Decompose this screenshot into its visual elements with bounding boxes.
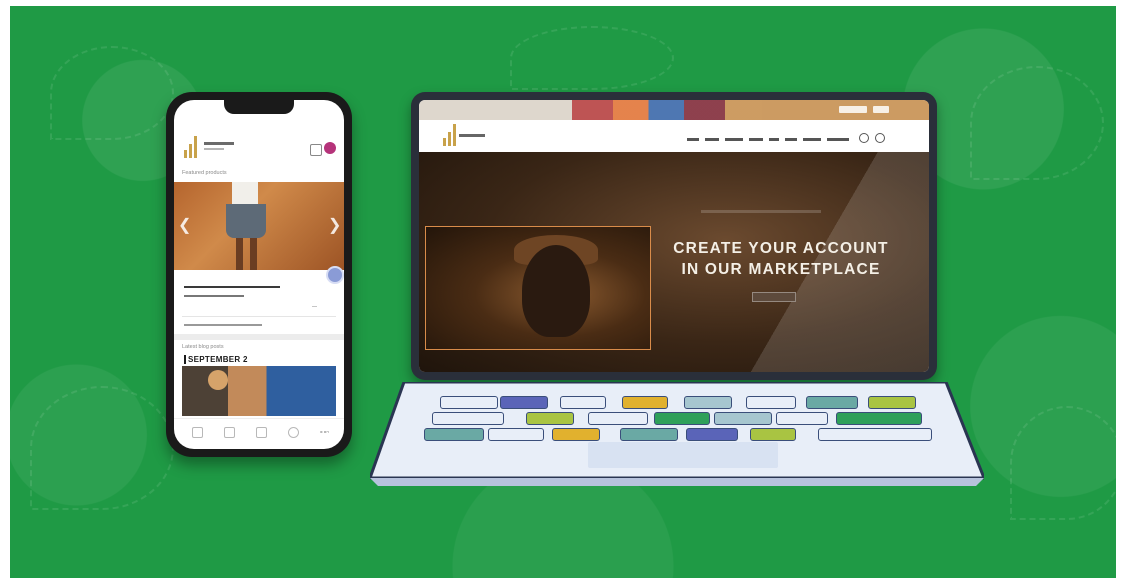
- divider: [182, 316, 336, 317]
- model-leg: [250, 238, 257, 270]
- keyboard-key[interactable]: [686, 428, 738, 441]
- nav-home[interactable]: [687, 138, 699, 141]
- home-icon[interactable]: [192, 427, 203, 438]
- paisley-motif: [970, 66, 1104, 180]
- keyboard-key[interactable]: [836, 412, 922, 425]
- paisley-motif: [50, 46, 174, 140]
- logo-wordmark: [459, 134, 485, 137]
- hero-title-line-1: CREATE YOUR ACCOUNT: [673, 240, 889, 257]
- keyboard-key[interactable]: [654, 412, 710, 425]
- sold-by-line: [184, 324, 262, 326]
- keyboard-key[interactable]: [620, 428, 678, 441]
- product-name-line: [184, 286, 280, 288]
- user-avatar-icon[interactable]: [324, 142, 336, 154]
- marketplace-logo-icon[interactable]: [184, 132, 206, 158]
- hero-eyebrow-text: [701, 210, 821, 213]
- blog-posts-heading: Latest blog posts: [182, 344, 224, 350]
- blog-post-date: SEPTEMBER 2: [188, 355, 248, 364]
- keyboard-key[interactable]: [776, 412, 828, 425]
- hero-title: CREATE YOUR ACCOUNT IN OUR MARKETPLACE: [669, 238, 893, 280]
- chevron-left-icon[interactable]: ❮: [178, 218, 191, 234]
- laptop-keyboard-base: [367, 380, 987, 486]
- keyboard-key[interactable]: [552, 428, 600, 441]
- keyboard-key[interactable]: [750, 428, 796, 441]
- search-icon[interactable]: [875, 133, 885, 143]
- keyboard-key[interactable]: [432, 412, 504, 425]
- mobile-tab-bar: [174, 418, 344, 449]
- paisley-motif: [30, 386, 174, 510]
- keyboard-key[interactable]: [560, 396, 606, 409]
- logo-wordmark: [204, 142, 234, 145]
- top-banner-strip: [419, 100, 929, 120]
- keyboard-key[interactable]: [714, 412, 772, 425]
- nav-album[interactable]: [705, 138, 719, 141]
- keyboard-key[interactable]: [622, 396, 668, 409]
- model-skirt: [226, 204, 266, 238]
- keyboard-key[interactable]: [684, 396, 732, 409]
- hero-banner: CREATE YOUR ACCOUNT IN OUR MARKETPLACE: [419, 152, 929, 372]
- section-separator: [174, 334, 344, 340]
- heart-icon[interactable]: [288, 427, 299, 438]
- mobile-header: [174, 128, 344, 164]
- blog-post-image[interactable]: [182, 366, 336, 416]
- nav-get-in-touch[interactable]: [827, 138, 849, 141]
- keyboard-key[interactable]: [818, 428, 932, 441]
- site-navbar: [419, 120, 929, 152]
- nav-connect[interactable]: [725, 138, 743, 141]
- phone-notch: [224, 100, 294, 114]
- hero-title-line-2: IN OUR MARKETPLACE: [681, 261, 881, 278]
- keyboard-key[interactable]: [868, 396, 916, 409]
- read-more-button[interactable]: [752, 292, 796, 302]
- keyboard-key[interactable]: [488, 428, 544, 441]
- trackpad[interactable]: [588, 442, 778, 468]
- phone-mockup: Featured products ❮ ❯ — Latest blog post…: [166, 92, 352, 457]
- blog-person: [208, 370, 228, 390]
- featured-products-heading: Featured products: [182, 170, 227, 176]
- keyboard-key[interactable]: [806, 396, 858, 409]
- model-top: [232, 182, 258, 204]
- paisley-motif: [510, 26, 674, 90]
- laptop-screen: CREATE YOUR ACCOUNT IN OUR MARKETPLACE: [419, 100, 929, 372]
- product-price: —: [312, 304, 317, 310]
- portrait-silhouette: [522, 245, 590, 337]
- keyboard-key[interactable]: [746, 396, 796, 409]
- keyboard-key[interactable]: [424, 428, 484, 441]
- keyboard-key[interactable]: [440, 396, 498, 409]
- my-account-button[interactable]: [839, 106, 867, 113]
- nav-about-us[interactable]: [803, 138, 821, 141]
- cart-icon[interactable]: [310, 144, 322, 156]
- add-to-cart-badge[interactable]: [326, 266, 344, 284]
- grid-icon[interactable]: [224, 427, 235, 438]
- logo-tagline: [204, 148, 224, 150]
- product-sub-line: [184, 295, 244, 297]
- laptop-mockup: CREATE YOUR ACCOUNT IN OUR MARKETPLACE: [411, 92, 937, 380]
- keyboard-key[interactable]: [500, 396, 548, 409]
- hero-inset-photo: [425, 226, 651, 350]
- more-icon[interactable]: [320, 431, 329, 433]
- user-icon[interactable]: [859, 133, 869, 143]
- paisley-motif: [1010, 406, 1116, 520]
- date-marker: [184, 355, 186, 364]
- nav-shops[interactable]: [785, 138, 797, 141]
- bag-icon[interactable]: [256, 427, 267, 438]
- cart-button[interactable]: [873, 106, 889, 113]
- nav-blog[interactable]: [769, 138, 779, 141]
- model-leg: [236, 238, 243, 270]
- nav-trade[interactable]: [749, 138, 763, 141]
- product-carousel-image[interactable]: ❮ ❯: [174, 182, 344, 270]
- phone-screen: Featured products ❮ ❯ — Latest blog post…: [174, 100, 344, 449]
- keyboard-key[interactable]: [588, 412, 648, 425]
- keyboard-key[interactable]: [526, 412, 574, 425]
- chevron-right-icon[interactable]: ❯: [328, 218, 341, 234]
